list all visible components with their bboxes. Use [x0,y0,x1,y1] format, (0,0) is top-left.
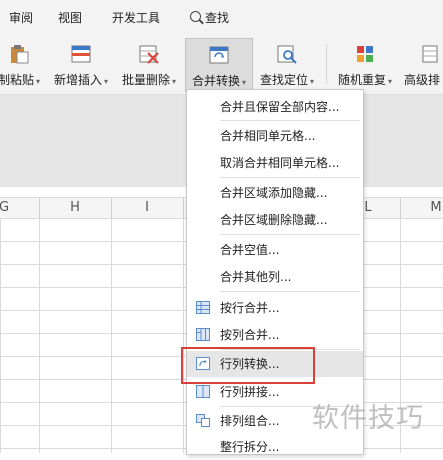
menu-item-merge-empty[interactable]: 合并空值... [187,237,363,263]
search-icon[interactable] [190,11,201,22]
menu-bar: 审阅 视图 开发工具 查找 [0,0,443,36]
merge-by-column-icon [196,328,210,341]
menu-item-merge-by-row[interactable]: 按行合并... [187,295,363,321]
paste-values-label: 制粘贴 [0,73,34,87]
column-header-i[interactable]: I [111,198,183,218]
menu-item-label: 合并区域添加隐藏... [220,186,328,200]
column-header-h[interactable]: H [39,198,111,218]
paste-icon [11,45,29,64]
menu-item-merge-add-hidden[interactable]: 合并区域添加隐藏... [187,180,363,206]
menu-item-unmerge-same-cells[interactable]: 取消合并相同单元格... [187,150,363,176]
grid-column-line [111,218,112,453]
menu-item-merge-keep-all[interactable]: 合并且保留全部内容... [187,94,363,120]
menu-item-label: 按列合并... [220,328,280,342]
menu-review[interactable]: 审阅 [9,9,33,27]
ribbon-divider [326,44,327,84]
menu-item-label: 合并区域删除隐藏... [220,213,328,227]
menu-item-label: 按行合并... [220,301,280,315]
ribbon-toolbar: 制粘贴 ▾ 新增插入 ▾ 批量删除 ▾ 合并转换 ▾ 查找定位 ▾ 随机重复 ▾… [0,36,443,95]
column-divider [183,198,184,218]
menu-item-merge-same-cells[interactable]: 合并相同单元格... [187,123,363,149]
chevron-down-icon: ▾ [388,77,393,86]
chevron-down-icon: ▾ [242,78,247,87]
menu-item-merge-by-column[interactable]: 按列合并... [187,322,363,348]
batch-delete-icon [139,45,159,64]
add-insert-label: 新增插入 [53,73,102,87]
merge-convert-icon [209,46,229,64]
highlight-box [181,347,315,384]
column-header-m[interactable]: M [400,198,443,218]
merge-convert-label: 合并转换 [191,74,240,88]
advanced-sort-icon [422,45,438,63]
menu-separator [220,177,360,178]
menu-separator [220,291,360,292]
random-repeat-button[interactable]: 随机重复 ▾ [334,38,396,90]
chevron-down-icon: ▾ [172,77,177,86]
menu-item-label: 行列拼接... [220,385,280,399]
paste-values-button[interactable]: 制粘贴 ▾ [0,38,42,90]
advanced-sort-button[interactable]: 高级排 [404,38,443,90]
merge-by-row-icon [196,301,210,314]
menu-view[interactable]: 视图 [58,9,82,27]
menu-dev-tools[interactable]: 开发工具 [112,9,160,27]
menu-item-label: 取消合并相同单元格... [220,156,340,170]
menu-search[interactable]: 查找 [205,9,229,27]
find-locate-button[interactable]: 查找定位 ▾ [256,38,318,90]
menu-item-label: 合并且保留全部内容... [220,100,340,114]
find-locate-icon [277,45,297,64]
menu-item-label: 合并相同单元格... [220,129,316,143]
menu-item-split-rows[interactable]: 整行拆分... [187,434,363,460]
column-header-g[interactable]: G [0,198,16,218]
watermark-text: 软件技巧 [312,403,424,434]
chevron-down-icon: ▾ [104,77,109,86]
random-repeat-label: 随机重复 [337,73,386,87]
menu-item-merge-other-columns[interactable]: 合并其他列... [187,264,363,290]
insert-row-icon [71,45,91,63]
menu-separator [220,120,360,121]
batch-delete-label: 批量删除 [121,73,170,87]
add-insert-button[interactable]: 新增插入 ▾ [50,38,112,90]
merge-convert-button[interactable]: 合并转换 ▾ [185,38,253,92]
menu-separator [220,234,360,235]
advanced-sort-label: 高级排 [404,73,441,87]
menu-item-label: 合并其他列... [220,270,292,284]
menu-item-merge-remove-hidden[interactable]: 合并区域删除隐藏... [187,207,363,233]
chevron-down-icon: ▾ [310,77,315,86]
grid-column-line [183,218,184,453]
menu-item-label: 合并空值... [220,243,280,257]
find-locate-label: 查找定位 [259,73,308,87]
batch-delete-button[interactable]: 批量删除 ▾ [118,38,180,90]
random-repeat-icon [357,46,373,62]
menu-item-label: 排列组合... [220,414,280,428]
permutation-icon [196,414,210,427]
row-column-join-icon [196,385,210,398]
chevron-down-icon: ▾ [36,77,41,86]
grid-column-line [39,218,40,453]
